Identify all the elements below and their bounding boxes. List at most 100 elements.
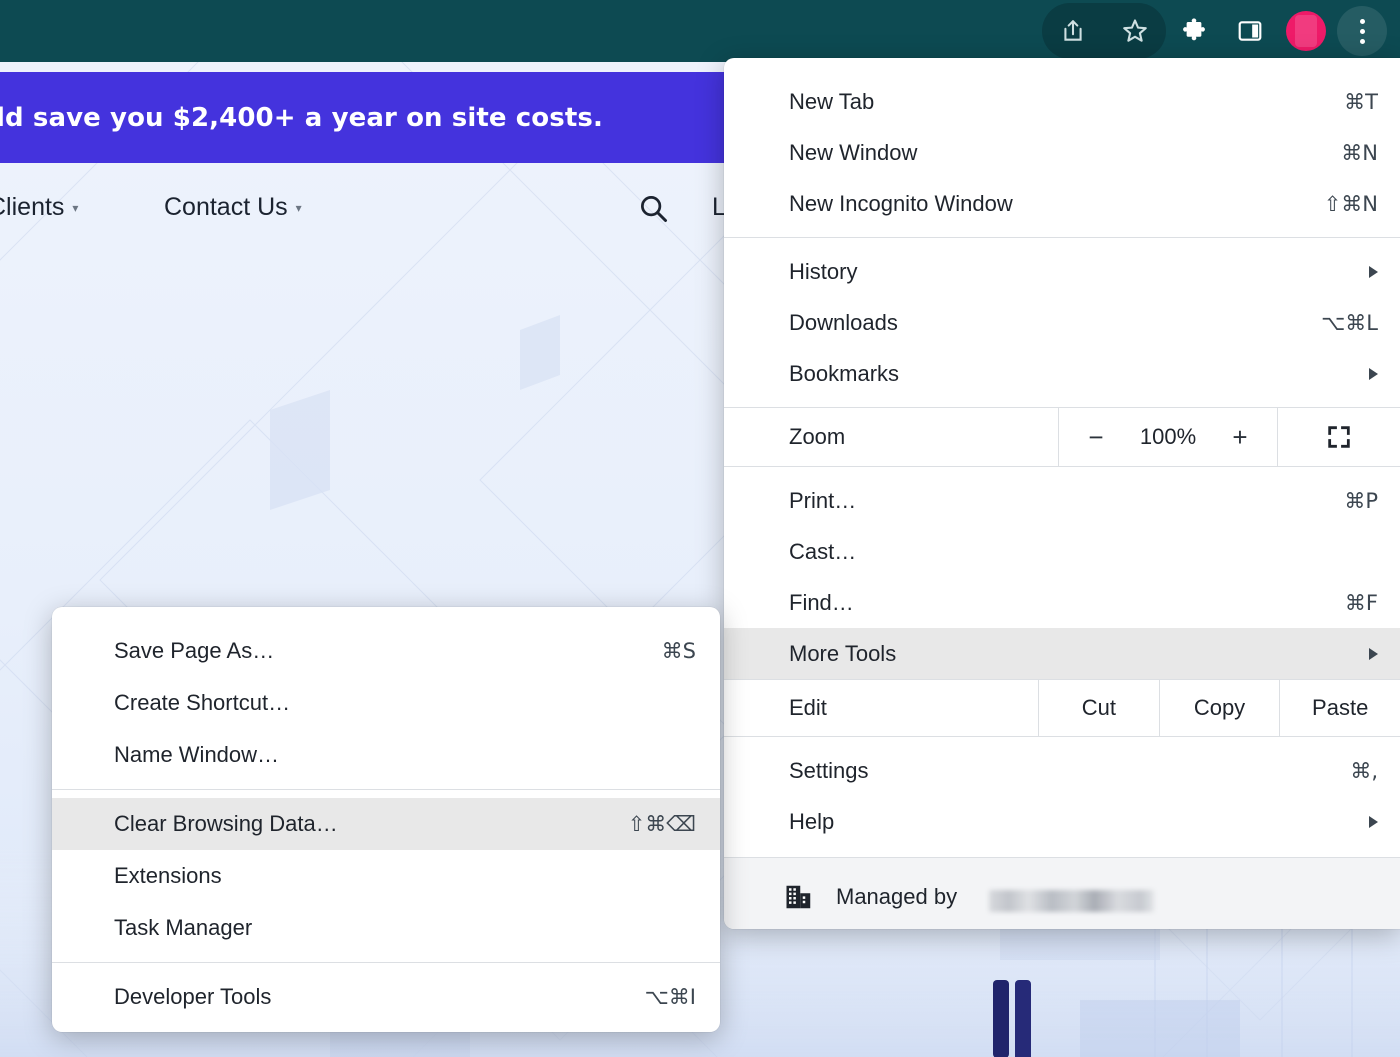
menu-item-shortcut: ⌘N — [1341, 141, 1378, 165]
menu-item-shortcut: ⌘, — [1350, 759, 1378, 783]
zoom-in-button[interactable]: + — [1227, 422, 1253, 453]
extensions-puzzle-icon — [1179, 16, 1209, 46]
chevron-right-icon — [1369, 648, 1378, 660]
fullscreen-icon — [1325, 423, 1353, 451]
menu-item-cast[interactable]: Cast… — [724, 526, 1400, 577]
menu-item-help[interactable]: Help — [724, 796, 1400, 847]
menu-item-label: Bookmarks — [789, 361, 1369, 387]
menu-item-more-tools[interactable]: More Tools — [724, 628, 1400, 679]
menu-item-label: Cast… — [789, 539, 1378, 565]
menu-item-find[interactable]: Find… ⌘F — [724, 577, 1400, 628]
menu-row-zoom: Zoom − 100% + — [724, 407, 1400, 467]
menu-item-label: Settings — [789, 758, 1350, 784]
share-button[interactable] — [1042, 3, 1104, 59]
nav-item-clients[interactable]: Clients ▾ — [0, 193, 78, 222]
menu-item-label: New Incognito Window — [789, 191, 1324, 217]
share-icon — [1060, 18, 1086, 44]
menu-item-new-tab[interactable]: New Tab ⌘T — [724, 76, 1400, 127]
submenu-item-developer-tools[interactable]: Developer Tools ⌥⌘I — [52, 971, 720, 1023]
menu-item-shortcut: ⇧⌘⌫ — [628, 812, 696, 836]
site-navigation: Clients ▾ Contact Us ▾ L — [0, 163, 730, 251]
illustration-figure-legs — [985, 980, 1045, 1057]
menu-item-shortcut: ⌥⌘L — [1321, 311, 1378, 335]
menu-row-edit: Edit Cut Copy Paste — [724, 679, 1400, 737]
zoom-out-button[interactable]: − — [1083, 422, 1109, 453]
menu-item-label: Save Page As… — [114, 638, 662, 664]
bookmark-button[interactable] — [1104, 3, 1166, 59]
submenu-item-create-shortcut[interactable]: Create Shortcut… — [52, 677, 720, 729]
menu-item-shortcut: ⌘P — [1344, 489, 1378, 513]
menu-item-downloads[interactable]: Downloads ⌥⌘L — [724, 297, 1400, 348]
submenu-item-extensions[interactable]: Extensions — [52, 850, 720, 902]
menu-item-bookmarks[interactable]: Bookmarks — [724, 348, 1400, 399]
copy-button[interactable]: Copy — [1159, 680, 1280, 736]
menu-item-label: Extensions — [114, 863, 696, 889]
extensions-button[interactable] — [1166, 3, 1222, 59]
menu-item-shortcut: ⇧⌘N — [1324, 192, 1378, 216]
menu-item-label: Name Window… — [114, 742, 696, 768]
browser-toolbar-icons — [1042, 0, 1390, 62]
chevron-right-icon — [1369, 266, 1378, 278]
chrome-menu-icon — [1337, 6, 1387, 56]
submenu-item-save-page-as[interactable]: Save Page As… ⌘S — [52, 625, 720, 677]
chevron-down-icon: ▾ — [72, 201, 78, 215]
chevron-right-icon — [1369, 368, 1378, 380]
fullscreen-button[interactable] — [1278, 408, 1400, 466]
promo-banner[interactable]: ld save you $2,400+ a year on site costs… — [0, 72, 730, 163]
managed-by-footer[interactable]: Managed by — [724, 857, 1400, 929]
chrome-main-menu: New Tab ⌘T New Window ⌘N New Incognito W… — [724, 58, 1400, 929]
nav-item-contact-us-label: Contact Us — [164, 193, 288, 222]
chrome-menu-button[interactable] — [1334, 3, 1390, 59]
submenu-item-name-window[interactable]: Name Window… — [52, 729, 720, 781]
submenu-item-clear-browsing-data[interactable]: Clear Browsing Data… ⇧⌘⌫ — [52, 798, 720, 850]
menu-item-label: Developer Tools — [114, 984, 645, 1010]
screen: ld save you $2,400+ a year on site costs… — [0, 0, 1400, 1057]
menu-item-shortcut: ⌘S — [662, 639, 696, 663]
menu-item-label: History — [789, 259, 1369, 285]
menu-item-print[interactable]: Print… ⌘P — [724, 475, 1400, 526]
menu-item-label: Print… — [789, 488, 1344, 514]
menu-item-label: New Tab — [789, 89, 1344, 115]
edit-label: Edit — [724, 680, 1038, 736]
bookmark-star-icon — [1121, 17, 1149, 45]
submenu-item-task-manager[interactable]: Task Manager — [52, 902, 720, 954]
paste-button[interactable]: Paste — [1279, 680, 1400, 736]
side-panel-button[interactable] — [1222, 3, 1278, 59]
enterprise-building-icon — [784, 882, 814, 912]
browser-toolbar — [0, 0, 1400, 62]
nav-item-contact-us[interactable]: Contact Us ▾ — [164, 193, 302, 222]
menu-item-settings[interactable]: Settings ⌘, — [724, 745, 1400, 796]
menu-item-label: Help — [789, 809, 1369, 835]
menu-item-shortcut: ⌘F — [1345, 591, 1378, 615]
menu-item-shortcut: ⌘T — [1344, 90, 1378, 114]
promo-banner-text: ld save you $2,400+ a year on site costs… — [0, 103, 603, 133]
zoom-label: Zoom — [724, 408, 1058, 466]
zoom-level-value: 100% — [1135, 424, 1201, 450]
search-icon — [638, 193, 668, 223]
cut-button[interactable]: Cut — [1038, 680, 1159, 736]
chevron-right-icon — [1369, 816, 1378, 828]
nav-search-button[interactable] — [638, 193, 668, 223]
menu-item-label: Clear Browsing Data… — [114, 811, 628, 837]
submenu-divider — [52, 789, 720, 790]
menu-item-label: New Window — [789, 140, 1341, 166]
chevron-down-icon: ▾ — [296, 201, 302, 215]
menu-divider — [724, 237, 1400, 238]
profile-avatar-button[interactable] — [1278, 3, 1334, 59]
side-panel-icon — [1237, 18, 1263, 44]
menu-item-history[interactable]: History — [724, 246, 1400, 297]
menu-item-label: Task Manager — [114, 915, 696, 941]
submenu-divider — [52, 962, 720, 963]
menu-item-shortcut: ⌥⌘I — [645, 985, 696, 1009]
menu-item-label: Downloads — [789, 310, 1321, 336]
avatar — [1286, 11, 1326, 51]
menu-item-label: More Tools — [789, 641, 1369, 667]
menu-item-label: Find… — [789, 590, 1345, 616]
menu-item-label: Create Shortcut… — [114, 690, 696, 716]
menu-item-new-incognito-window[interactable]: New Incognito Window ⇧⌘N — [724, 178, 1400, 229]
managed-by-organization — [989, 890, 1154, 912]
more-tools-submenu: Save Page As… ⌘S Create Shortcut… Name W… — [52, 607, 720, 1032]
managed-by-label: Managed by — [836, 884, 957, 910]
menu-item-new-window[interactable]: New Window ⌘N — [724, 127, 1400, 178]
nav-item-clients-label: Clients — [0, 193, 64, 222]
